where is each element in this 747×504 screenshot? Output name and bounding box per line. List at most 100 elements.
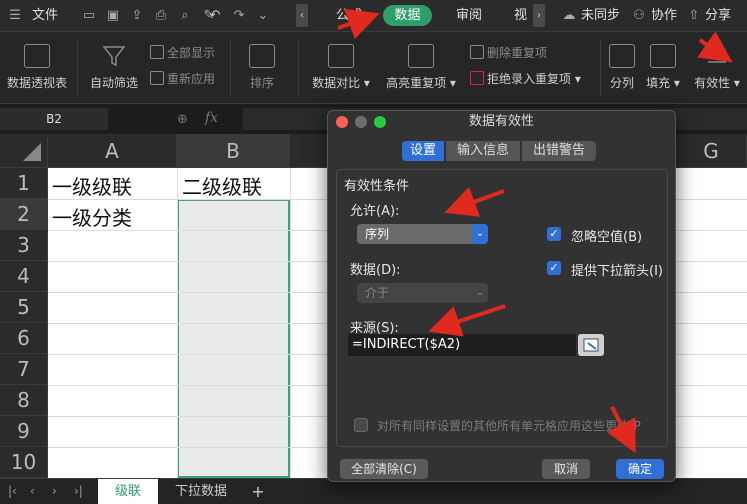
sheet-tab-dropdown-data[interactable]: 下拉数据	[166, 479, 236, 504]
hamburger-icon[interactable]: ☰	[6, 7, 24, 25]
quick-access-dropdown-icon[interactable]: ⌄	[254, 7, 272, 25]
cloud-sync-icon[interactable]: ☁	[560, 7, 578, 25]
name-box[interactable]: B2	[0, 108, 108, 130]
select-all-corner[interactable]	[0, 134, 48, 168]
tab-view[interactable]: 视	[514, 6, 527, 26]
row-header-8[interactable]: 8	[0, 385, 48, 416]
print-icon[interactable]: ⎙	[152, 7, 170, 25]
data-label: 数据(D):	[350, 263, 401, 278]
ignore-blank-checkbox[interactable]: ✓	[547, 227, 561, 241]
row-header-1[interactable]: 1	[0, 168, 48, 199]
cell-b1[interactable]: 二级级联	[182, 171, 262, 200]
fill-icon	[650, 44, 676, 68]
show-all-button[interactable]: 全部显示	[150, 44, 215, 61]
undo-icon[interactable]: ↶	[206, 7, 224, 25]
next-sheet-icon[interactable]: ›	[52, 484, 57, 498]
dropdown-arrow-label: 提供下拉箭头(I)	[571, 264, 663, 279]
sheet-tab-cascade[interactable]: 级联	[98, 479, 158, 504]
source-input[interactable]: =INDIRECT($A2)	[348, 334, 576, 356]
ribbon-divider	[230, 40, 231, 96]
first-sheet-icon[interactable]: |‹	[8, 484, 17, 498]
pivot-table-button[interactable]: 数据透视表	[4, 44, 70, 91]
tab-formula[interactable]: 公式	[336, 6, 362, 26]
file-menu[interactable]: 文件	[32, 6, 58, 26]
criteria-panel: 允许(A): 序列 ⌄ ✓ 忽略空值(B) 数据(D): ✓ 提供下拉箭头(I)…	[336, 169, 668, 447]
split-columns-button[interactable]: 分列	[606, 44, 638, 91]
row-header-7[interactable]: 7	[0, 354, 48, 385]
tab-input-message[interactable]: 输入信息	[446, 141, 520, 161]
prev-sheet-icon[interactable]: ‹	[30, 484, 35, 498]
reapply-button[interactable]: 重新应用	[150, 70, 215, 87]
column-b-selection	[177, 199, 290, 478]
column-header-a[interactable]: A	[48, 134, 177, 168]
ribbon-scroll-left-icon[interactable]: ‹	[296, 4, 308, 27]
data-validation-dialog: 数据有效性 设置 输入信息 出错警告 有效性条件 允许(A): 序列 ⌄ ✓ 忽…	[327, 110, 676, 482]
folder-icon[interactable]: ▭	[80, 7, 98, 25]
collab-icon[interactable]: ⚇	[630, 7, 648, 25]
show-all-icon	[150, 45, 164, 59]
funnel-icon	[101, 44, 127, 68]
validity-button[interactable]: 有效性 ▾	[690, 44, 744, 91]
sync-status[interactable]: 未同步	[581, 6, 620, 26]
tab-review[interactable]: 审阅	[456, 6, 482, 26]
data-compare-button[interactable]: 数据对比 ▾	[306, 44, 376, 91]
tab-data[interactable]: 数据	[383, 5, 432, 26]
reapply-icon	[150, 71, 164, 85]
dropdown-arrow-checkbox[interactable]: ✓	[547, 261, 561, 275]
row-header-6[interactable]: 6	[0, 323, 48, 354]
export-icon[interactable]: ⇪	[128, 7, 146, 25]
highlight-duplicates-button[interactable]: 高亮重复项 ▾	[380, 44, 462, 91]
row-header-10[interactable]: 10	[0, 447, 48, 478]
apply-all-label: 对所有同样设置的其他所有单元格应用这些更改(P	[377, 419, 641, 433]
reject-duplicates-icon	[470, 71, 484, 85]
tab-error-alert[interactable]: 出错警告	[522, 141, 596, 161]
row-header-5[interactable]: 5	[0, 292, 48, 323]
column-header-g[interactable]: G	[676, 134, 747, 168]
row-header-2[interactable]: 2	[0, 199, 48, 230]
apply-all-checkbox[interactable]	[354, 418, 368, 432]
share-icon[interactable]: ⇧	[685, 7, 703, 25]
validity-icon	[704, 44, 730, 68]
tab-settings[interactable]: 设置	[402, 141, 444, 161]
allow-label: 允许(A):	[350, 204, 400, 219]
range-picker-button[interactable]	[578, 334, 604, 356]
ribbon-scroll-right-icon[interactable]: ›	[533, 4, 545, 27]
data-operator-select: 介于 ⌄	[357, 283, 488, 303]
chevron-down-icon: ⌄	[475, 287, 485, 298]
save-icon[interactable]: ▣	[104, 7, 122, 25]
row-header-4[interactable]: 4	[0, 261, 48, 292]
column-header-b[interactable]: B	[177, 134, 290, 168]
collab-button[interactable]: 协作	[651, 6, 677, 26]
menu-bar: ☰ 文件 ▭ ▣ ⇪ ⎙ ⌕ ✎ ↶ ↷ ⌄ ‹ 公式 数据 审阅 视 › ☁ …	[0, 0, 747, 32]
reject-duplicates-button[interactable]: 拒绝录入重复项 ▾	[470, 70, 581, 87]
fill-button[interactable]: 填充 ▾	[642, 44, 684, 91]
share-button[interactable]: 分享	[705, 6, 731, 26]
column-header-c[interactable]	[290, 134, 327, 168]
ok-button[interactable]: 确定	[616, 459, 664, 479]
ribbon-divider	[77, 40, 78, 96]
autofilter-button[interactable]: 自动筛选	[86, 44, 142, 91]
highlight-duplicates-icon	[408, 44, 434, 68]
range-picker-icon	[583, 338, 599, 352]
print-preview-icon[interactable]: ⌕	[176, 7, 194, 25]
ribbon: 数据透视表 自动筛选 全部显示 重新应用 排序 数据对比 ▾ 高亮重复项 ▾ 删…	[0, 32, 747, 104]
allow-select[interactable]: 序列 ⌄	[357, 224, 488, 244]
fx-icon[interactable]: fx	[205, 110, 218, 126]
cancel-button[interactable]: 取消	[542, 459, 590, 479]
redo-icon[interactable]: ↷	[230, 7, 248, 25]
pivot-table-icon	[24, 44, 50, 68]
remove-duplicates-button[interactable]: 删除重复项	[470, 44, 547, 61]
last-sheet-icon[interactable]: ›|	[74, 484, 83, 498]
ribbon-divider	[600, 40, 601, 96]
data-compare-icon	[328, 44, 354, 68]
cell-a1[interactable]: 一级级联	[52, 171, 132, 200]
cell-a2[interactable]: 一级分类	[52, 202, 132, 231]
row-header-9[interactable]: 9	[0, 416, 48, 447]
clear-all-button[interactable]: 全部清除(C)	[340, 459, 428, 479]
add-sheet-button[interactable]: +	[246, 479, 270, 504]
ignore-blank-label: 忽略空值(B)	[571, 230, 643, 245]
zoom-icon[interactable]: ⊕	[177, 112, 188, 127]
split-columns-icon	[609, 44, 635, 68]
sort-button[interactable]: 排序	[236, 44, 288, 91]
row-header-3[interactable]: 3	[0, 230, 48, 261]
